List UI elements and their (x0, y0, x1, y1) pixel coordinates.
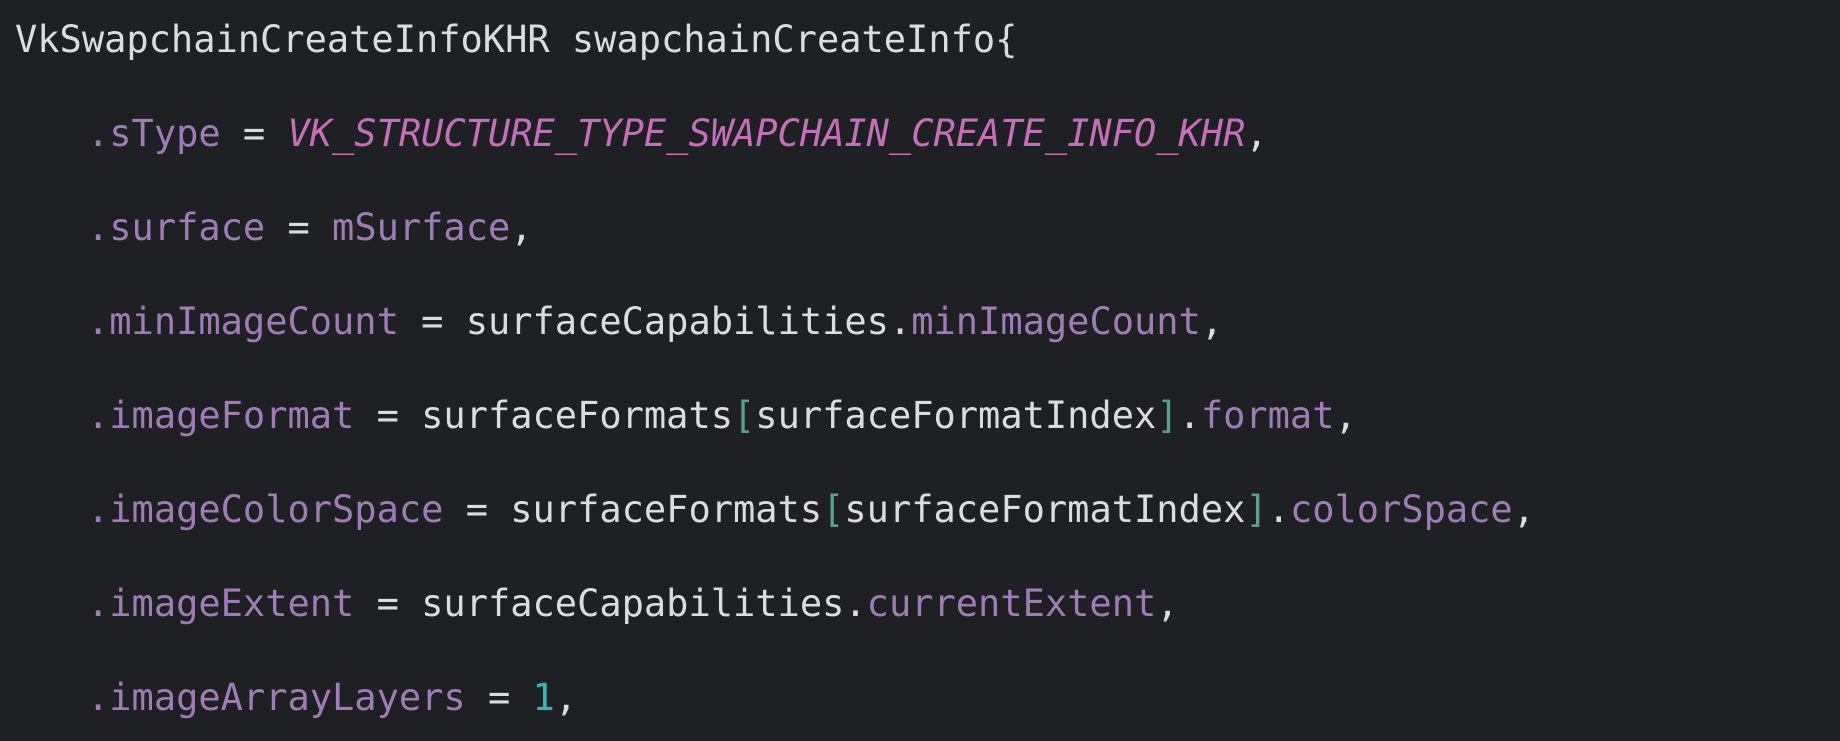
field-token: .imageArrayLayers (87, 676, 466, 719)
code-line-stype: .sType = VK_STRUCTURE_TYPE_SWAPCHAIN_CRE… (87, 109, 1268, 159)
assign-token: = (265, 206, 333, 249)
open-brace-token: { (995, 18, 1018, 61)
field-token: .surface (87, 206, 266, 249)
comma-token: , (1334, 394, 1357, 437)
object-token: surfaceFormats (510, 488, 823, 531)
number-token: 1 (532, 676, 555, 719)
code-line-image-extent: .imageExtent = surfaceCapabilities.curre… (87, 579, 1179, 629)
assign-token: = (398, 300, 466, 343)
field-token: .imageFormat (87, 394, 355, 437)
assign-token: = (354, 394, 422, 437)
field-token: .imageExtent (87, 582, 355, 625)
object-token: surfaceFormats (421, 394, 734, 437)
code-line-surface: .surface = mSurface, (87, 203, 533, 253)
object-token: surfaceCapabilities (421, 582, 845, 625)
comma-token: , (1200, 300, 1224, 343)
index-token: surfaceFormatIndex (844, 488, 1246, 531)
code-editor[interactable]: VkSwapchainCreateInfoKHR swapchainCreate… (0, 0, 1840, 741)
dot-token: . (1267, 488, 1290, 531)
comma-token: , (1245, 112, 1268, 155)
comma-token: , (554, 676, 578, 719)
dot-token: . (1178, 394, 1201, 437)
right-bracket-token: ] (1156, 394, 1179, 437)
code-line-image-array-layers: .imageArrayLayers = 1, (87, 673, 577, 723)
code-line-image-format: .imageFormat = surfaceFormats[surfaceFor… (87, 391, 1357, 441)
code-line-image-color-space: .imageColorSpace = surfaceFormats[surfac… (87, 485, 1535, 535)
dot-token: . (888, 300, 912, 343)
comma-token: , (1156, 582, 1179, 625)
assign-token: = (443, 488, 511, 531)
member-token: minImageCount (911, 300, 1201, 343)
dot-token: . (844, 582, 867, 625)
code-line-declaration: VkSwapchainCreateInfoKHR swapchainCreate… (15, 15, 1017, 65)
field-token: .minImageCount (87, 300, 399, 343)
left-bracket-token: [ (733, 394, 756, 437)
assign-token: = (354, 582, 422, 625)
assign-token: = (220, 112, 288, 155)
index-token: surfaceFormatIndex (755, 394, 1157, 437)
comma-token: , (510, 206, 533, 249)
member-token: currentExtent (866, 582, 1157, 625)
comma-token: , (1512, 488, 1535, 531)
member-token: colorSpace (1289, 488, 1513, 531)
member-variable-token: mSurface (332, 206, 511, 249)
left-bracket-token: [ (822, 488, 845, 531)
object-token: surfaceCapabilities (465, 300, 889, 343)
variable-name-token: swapchainCreateInfo (571, 18, 996, 61)
right-bracket-token: ] (1245, 488, 1268, 531)
field-token: .imageColorSpace (87, 488, 444, 531)
code-line-min-image-count: .minImageCount = surfaceCapabilities.min… (87, 297, 1223, 347)
enum-value-token: VK_STRUCTURE_TYPE_SWAPCHAIN_CREATE_INFO_… (287, 112, 1246, 155)
assign-token: = (465, 676, 533, 719)
struct-type-token: VkSwapchainCreateInfoKHR (15, 18, 550, 61)
field-token: .sType (87, 112, 221, 155)
member-token: format (1200, 394, 1335, 437)
